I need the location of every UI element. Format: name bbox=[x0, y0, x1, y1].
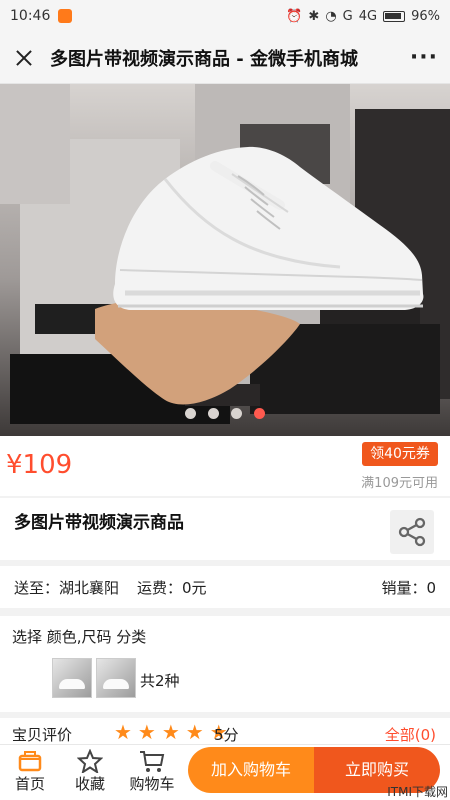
more-icon[interactable]: ··· bbox=[410, 45, 438, 70]
coupon-condition: 满109元可用 bbox=[361, 476, 438, 491]
product-price: ¥109 bbox=[6, 450, 73, 480]
title-bar: 多图片带视频演示商品 - 金微手机商城 ··· bbox=[0, 32, 450, 84]
add-to-cart-button[interactable]: 加入购物车 bbox=[188, 747, 314, 793]
notification-icon bbox=[58, 9, 73, 23]
status-icons: ⏰ ✱ ◔ G 4G 96% bbox=[286, 9, 440, 24]
product-page: 10:46 ⏰ ✱ ◔ G 4G 96% 多图片带视频演示商品 - 金微手机商城… bbox=[0, 0, 450, 800]
gallery-dot[interactable] bbox=[231, 408, 242, 419]
share-button[interactable] bbox=[390, 510, 434, 554]
bottom-action-bar: 首页 收藏 购物车 加入购物车 立即购买 bbox=[0, 744, 450, 800]
variant-thumbnail[interactable] bbox=[52, 658, 92, 698]
rating-score: 5分 bbox=[214, 726, 239, 744]
variant-thumbnail[interactable] bbox=[96, 658, 136, 698]
cart-icon bbox=[122, 749, 182, 773]
shipping-destination[interactable]: 送至：湖北襄阳 bbox=[14, 577, 119, 598]
watermark: ITMI下载网 bbox=[387, 785, 448, 799]
coupon-button[interactable]: 领40元券 bbox=[362, 442, 438, 466]
product-gallery[interactable] bbox=[0, 84, 450, 436]
battery-percent: 96% bbox=[411, 8, 440, 24]
variant-count: 共2种 bbox=[140, 672, 180, 690]
product-title: 多图片带视频演示商品 bbox=[14, 513, 184, 533]
home-label: 首页 bbox=[14, 775, 45, 793]
battery-icon bbox=[383, 10, 406, 22]
network-label: G bbox=[342, 8, 353, 24]
star-icon bbox=[62, 748, 118, 775]
product-title-section: 多图片带视频演示商品 bbox=[0, 498, 450, 560]
product-photo bbox=[0, 84, 450, 436]
gallery-dot[interactable] bbox=[208, 408, 219, 419]
wifi-icon: ◔ bbox=[325, 8, 337, 24]
shipping-row: 送至：湖北襄阳 运费：0元 销量：0 bbox=[0, 566, 450, 608]
network-label-4g: 4G bbox=[358, 8, 378, 24]
alarm-icon: ⏰ bbox=[286, 8, 303, 24]
status-time: 10:46 bbox=[10, 8, 51, 24]
cart-button[interactable]: 购物车 bbox=[122, 749, 182, 794]
favorite-label: 收藏 bbox=[74, 775, 105, 793]
page-title: 多图片带视频演示商品 - 金微手机商城 bbox=[50, 48, 359, 70]
gallery-dot[interactable] bbox=[185, 408, 196, 419]
close-icon[interactable] bbox=[12, 46, 36, 70]
bluetooth-icon: ✱ bbox=[308, 8, 320, 24]
reviews-label: 宝贝评价 bbox=[12, 726, 73, 744]
gallery-dot-active[interactable] bbox=[254, 408, 265, 419]
home-button[interactable]: 首页 bbox=[2, 749, 58, 794]
price-section: ¥109 领40元券 满109元可用 bbox=[0, 436, 450, 496]
variant-selector[interactable]: 选择 颜色,尺码 分类 共2种 bbox=[0, 616, 450, 712]
cart-label: 购物车 bbox=[129, 775, 175, 793]
favorite-button[interactable]: 收藏 bbox=[62, 748, 118, 794]
status-bar: 10:46 ⏰ ✱ ◔ G 4G 96% bbox=[0, 0, 450, 32]
shipping-fee: 运费：0元 bbox=[137, 578, 207, 597]
variant-selector-label: 选择 颜色,尺码 分类 bbox=[12, 628, 147, 646]
home-icon bbox=[2, 749, 58, 773]
share-icon bbox=[398, 517, 426, 547]
all-reviews-link[interactable]: 全部(0) bbox=[385, 724, 436, 745]
gallery-dots bbox=[0, 408, 450, 419]
sales-count: 销量：0 bbox=[381, 578, 436, 597]
